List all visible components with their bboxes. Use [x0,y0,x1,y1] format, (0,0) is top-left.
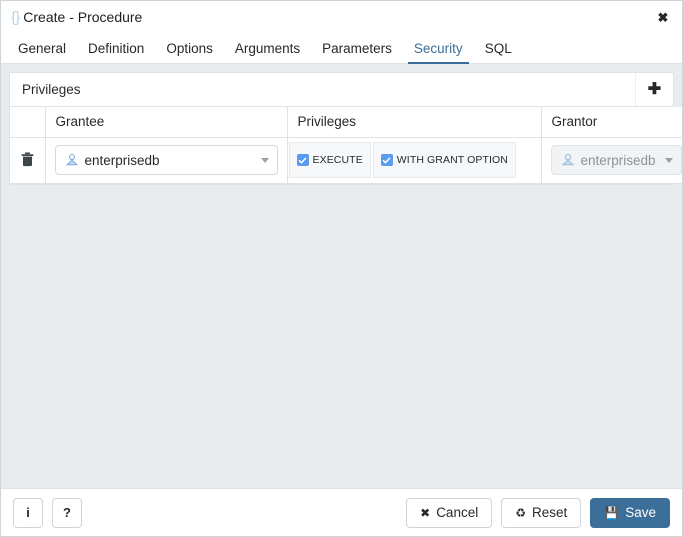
privilege-with-grant-option-label: WITH GRANT OPTION [396,154,508,166]
privileges-panel-header: Privileges ✚ [10,73,673,107]
tab-options[interactable]: Options [155,33,224,63]
chevron-down-icon[interactable] [260,157,269,163]
table-header-row: Grantee Privileges Grantor [10,107,682,138]
privileges-table-body: enterprisedb EXECUTE WITH GRANT OPTION e… [10,137,682,184]
cell-grantee: enterprisedb [45,137,288,184]
privileges-table: Grantee Privileges Grantor enterprisedb … [10,107,682,184]
table-row: enterprisedb EXECUTE WITH GRANT OPTION e… [10,137,682,184]
dialog-titlebar: { } Create - Procedure ✖ [1,1,682,33]
reset-button[interactable]: ♻ Reset [501,497,582,528]
tab-sql[interactable]: SQL [474,33,523,63]
column-header-delete [10,107,46,138]
close-icon[interactable]: ✖ [650,5,676,29]
user-icon [65,153,78,166]
privilege-execute[interactable]: EXECUTE [288,142,371,178]
cancel-button-label: Cancel [436,505,479,520]
tab-general[interactable]: General [7,33,77,63]
cell-delete [10,137,46,184]
trash-icon[interactable] [15,148,39,172]
save-button[interactable]: 💾 Save [590,497,670,528]
curly-braces-icon: { } [11,8,20,26]
tab-bar: General Definition Options Arguments Par… [1,33,682,64]
footer-left-group: i ? [13,497,82,528]
info-button[interactable]: i [13,497,43,528]
cancel-button[interactable]: ✖ Cancel [406,497,493,528]
privilege-execute-label: EXECUTE [312,154,363,166]
cell-privileges: EXECUTE WITH GRANT OPTION [287,137,542,184]
tab-arguments[interactable]: Arguments [224,33,311,63]
user-icon [561,153,574,166]
privilege-with-grant-option[interactable]: WITH GRANT OPTION [372,142,516,178]
help-button[interactable]: ? [52,497,82,528]
reset-button-label: Reset [531,505,568,520]
grantee-value: enterprisedb [84,152,160,168]
privileges-panel: Privileges ✚ Grantee Privileges Grantor [9,72,682,185]
dialog-body: Privileges ✚ Grantee Privileges Grantor [1,64,682,488]
grantee-select[interactable]: enterprisedb [54,145,278,175]
create-procedure-dialog: { } Create - Procedure ✖ General Definit… [0,0,683,537]
cell-grantor: enterprisedb [541,137,682,184]
column-header-privileges: Privileges [287,107,542,138]
grantor-select: enterprisedb [550,145,682,175]
tab-definition[interactable]: Definition [77,33,155,63]
tab-parameters[interactable]: Parameters [311,33,403,63]
page-title: Create - Procedure [23,9,143,25]
column-header-grantee: Grantee [45,107,288,138]
tab-security[interactable]: Security [403,33,474,64]
dialog-footer: i ? ✖ Cancel ♻ Reset 💾 Save [1,488,682,536]
save-button-label: Save [625,505,656,520]
privileges-chip-group: EXECUTE WITH GRANT OPTION [288,138,541,183]
grantor-value: enterprisedb [580,152,656,168]
privileges-table-head: Grantee Privileges Grantor [10,107,682,138]
chevron-down-icon [665,157,673,163]
checkbox-checked-icon[interactable] [380,154,393,166]
floppy-disk-icon: 💾 [604,505,620,520]
close-icon: ✖ [420,505,431,520]
checkbox-checked-icon[interactable] [296,154,309,166]
privileges-title: Privileges [22,82,81,97]
column-header-grantor: Grantor [541,107,682,138]
add-privilege-button[interactable]: ✚ [635,73,673,106]
recycle-icon: ♻ [515,505,526,520]
footer-right-group: ✖ Cancel ♻ Reset 💾 Save [406,497,670,528]
